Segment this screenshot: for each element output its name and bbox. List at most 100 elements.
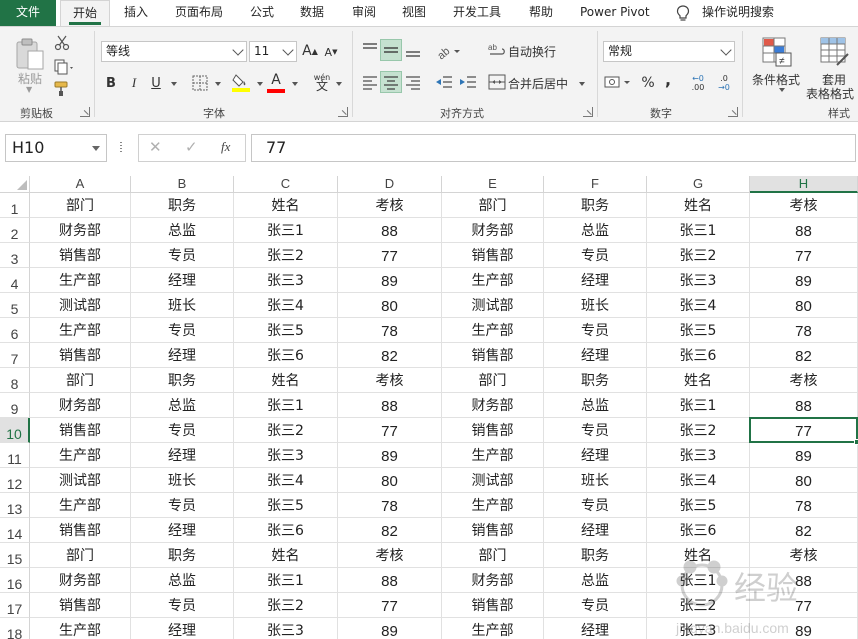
underline-button[interactable]: U [148, 73, 164, 93]
row-header[interactable]: 5 [0, 293, 30, 318]
cell-e8[interactable]: 部门 [442, 368, 544, 393]
cell-g13[interactable]: 张三5 [647, 493, 750, 518]
cell-c14[interactable]: 张三6 [234, 518, 338, 543]
cell-c1[interactable]: 姓名 [234, 193, 338, 218]
cell-e7[interactable]: 销售部 [442, 343, 544, 368]
insert-function-icon[interactable]: fx [221, 139, 230, 155]
orientation-icon[interactable]: ab [434, 39, 462, 61]
cell-a7[interactable]: 销售部 [30, 343, 131, 368]
cell-c6[interactable]: 张三5 [234, 318, 338, 343]
tab-page-layout[interactable]: 页面布局 [175, 0, 223, 26]
percent-button[interactable]: % [638, 73, 658, 93]
italic-button[interactable]: I [126, 73, 142, 93]
column-header-c[interactable]: C [234, 176, 338, 193]
cell-e9[interactable]: 财务部 [442, 393, 544, 418]
cell-a4[interactable]: 生产部 [30, 268, 131, 293]
row-header[interactable]: 16 [0, 568, 30, 593]
increase-font-size-button[interactable]: A ▲ [301, 41, 319, 61]
cell-b6[interactable]: 专员 [131, 318, 234, 343]
bold-button[interactable]: B [103, 73, 119, 93]
name-box[interactable]: H10 [5, 134, 107, 162]
cell-e12[interactable]: 测试部 [442, 468, 544, 493]
cell-g14[interactable]: 张三6 [647, 518, 750, 543]
tab-insert[interactable]: 插入 [124, 0, 148, 26]
paste-dropdown-icon[interactable]: ▼ [26, 85, 32, 94]
cell-c17[interactable]: 张三2 [234, 593, 338, 618]
cell-e5[interactable]: 测试部 [442, 293, 544, 318]
cell-e10[interactable]: 销售部 [442, 418, 544, 443]
cell-b3[interactable]: 专员 [131, 243, 234, 268]
increase-indent-icon[interactable] [458, 71, 478, 93]
cell-e3[interactable]: 销售部 [442, 243, 544, 268]
row-header[interactable]: 6 [0, 318, 30, 343]
cell-b2[interactable]: 总监 [131, 218, 234, 243]
phonetic-dropdown-icon[interactable] [336, 82, 342, 86]
cell-f3[interactable]: 专员 [544, 243, 647, 268]
tab-review[interactable]: 审阅 [352, 0, 376, 26]
cell-h18[interactable]: 89 [750, 618, 858, 639]
cell-a8[interactable]: 部门 [30, 368, 131, 393]
cell-f12[interactable]: 班长 [544, 468, 647, 493]
column-header-g[interactable]: G [647, 176, 750, 193]
cell-f15[interactable]: 职务 [544, 543, 647, 568]
formula-input[interactable]: 77 [251, 134, 856, 162]
column-header-f[interactable]: F [544, 176, 647, 193]
decrease-font-size-button[interactable]: A ▼ [322, 43, 340, 61]
cell-d12[interactable]: 80 [338, 468, 442, 493]
font-name-dropdown[interactable]: 等线 [101, 41, 247, 62]
cell-c9[interactable]: 张三1 [234, 393, 338, 418]
cell-a11[interactable]: 生产部 [30, 443, 131, 468]
cell-d7[interactable]: 82 [338, 343, 442, 368]
cell-d15[interactable]: 考核 [338, 543, 442, 568]
cell-a3[interactable]: 销售部 [30, 243, 131, 268]
paste-icon[interactable] [14, 37, 46, 71]
cell-f8[interactable]: 职务 [544, 368, 647, 393]
fill-color-icon[interactable] [232, 72, 250, 92]
cell-a9[interactable]: 财务部 [30, 393, 131, 418]
row-header[interactable]: 4 [0, 268, 30, 293]
cell-f11[interactable]: 经理 [544, 443, 647, 468]
clipboard-launcher-icon[interactable] [80, 107, 90, 117]
cell-f5[interactable]: 班长 [544, 293, 647, 318]
column-header-a[interactable]: A [30, 176, 131, 193]
column-header-b[interactable]: B [131, 176, 234, 193]
wrap-text-icon[interactable]: ab [488, 41, 506, 59]
cell-e4[interactable]: 生产部 [442, 268, 544, 293]
cell-h6[interactable]: 78 [750, 318, 858, 343]
cell-g3[interactable]: 张三2 [647, 243, 750, 268]
cell-g7[interactable]: 张三6 [647, 343, 750, 368]
cell-h12[interactable]: 80 [750, 468, 858, 493]
cell-d6[interactable]: 78 [338, 318, 442, 343]
cell-d14[interactable]: 82 [338, 518, 442, 543]
conditional-format-dropdown-icon[interactable] [779, 88, 785, 92]
fill-color-dropdown-icon[interactable] [257, 82, 263, 86]
format-as-table-icon[interactable] [820, 37, 850, 67]
number-launcher-icon[interactable] [728, 107, 738, 117]
tab-data[interactable]: 数据 [300, 0, 324, 26]
row-header[interactable]: 12 [0, 468, 30, 493]
align-middle-button[interactable] [380, 39, 402, 61]
increase-decimal-button[interactable]: ←0.00 [686, 71, 710, 95]
cell-f13[interactable]: 专员 [544, 493, 647, 518]
cell-g1[interactable]: 姓名 [647, 193, 750, 218]
cell-b13[interactable]: 专员 [131, 493, 234, 518]
cell-a13[interactable]: 生产部 [30, 493, 131, 518]
tab-file[interactable]: 文件 [0, 0, 56, 26]
cell-f14[interactable]: 经理 [544, 518, 647, 543]
cancel-icon[interactable]: ✕ [149, 138, 162, 156]
cell-g9[interactable]: 张三1 [647, 393, 750, 418]
tab-help[interactable]: 帮助 [529, 0, 553, 26]
cell-h9[interactable]: 88 [750, 393, 858, 418]
row-header[interactable]: 9 [0, 393, 30, 418]
tab-formulas[interactable]: 公式 [250, 0, 274, 26]
cell-h3[interactable]: 77 [750, 243, 858, 268]
cell-c10[interactable]: 张三2 [234, 418, 338, 443]
merge-dropdown-icon[interactable] [579, 82, 585, 86]
cell-c18[interactable]: 张三3 [234, 618, 338, 639]
cell-g16[interactable]: 张三1 [647, 568, 750, 593]
row-header[interactable]: 18 [0, 618, 30, 639]
copy-icon[interactable] [54, 59, 76, 75]
cell-c15[interactable]: 姓名 [234, 543, 338, 568]
cell-g10[interactable]: 张三2 [647, 418, 750, 443]
lightbulb-icon[interactable] [676, 5, 690, 22]
